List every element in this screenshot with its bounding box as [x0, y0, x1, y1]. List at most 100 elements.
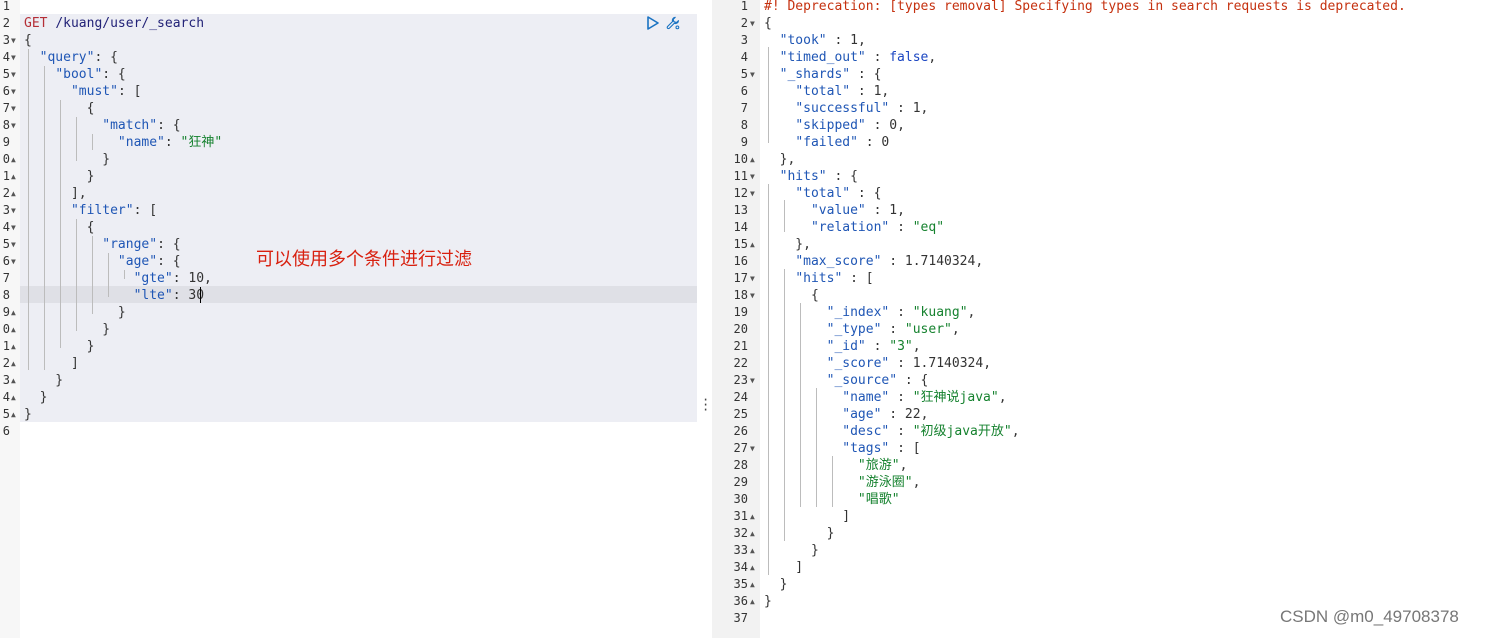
- fold-toggle-icon[interactable]: ▲: [11, 151, 16, 168]
- fold-toggle-icon[interactable]: ▼: [11, 32, 16, 49]
- fold-toggle-icon[interactable]: ▼: [750, 168, 755, 185]
- fold-toggle-icon[interactable]: ▼: [11, 49, 16, 66]
- code-line: }: [24, 389, 48, 406]
- code-token: "_index": [826, 305, 890, 320]
- code-token: ,: [881, 84, 890, 99]
- fold-toggle-icon[interactable]: ▲: [11, 304, 16, 321]
- fold-toggle-icon[interactable]: ▼: [11, 83, 16, 100]
- pane-divider[interactable]: [698, 0, 712, 638]
- code-token: ,: [857, 33, 866, 48]
- code-token: }: [24, 390, 48, 405]
- fold-toggle-icon[interactable]: ▲: [750, 542, 755, 559]
- fold-toggle-icon[interactable]: ▲: [11, 372, 16, 389]
- code-token: ,: [928, 50, 937, 65]
- fold-toggle-icon[interactable]: ▲: [750, 576, 755, 593]
- line-number: 30: [733, 492, 748, 506]
- code-line: ]: [764, 559, 803, 576]
- code-line: "游泳圈",: [764, 474, 920, 491]
- line-number: 2: [2, 16, 10, 30]
- code-line: "lte": 30: [24, 287, 204, 304]
- code-token: ,: [204, 271, 212, 286]
- fold-toggle-icon[interactable]: ▼: [11, 66, 16, 83]
- code-token: :: [172, 288, 189, 303]
- fold-toggle-icon[interactable]: ▲: [750, 236, 755, 253]
- line-number: 11: [733, 169, 748, 183]
- resize-handle-icon[interactable]: · · ·: [702, 394, 709, 416]
- fold-toggle-icon[interactable]: ▲: [11, 168, 16, 185]
- response-viewer[interactable]: #! Deprecation: [types removal] Specifyi…: [712, 0, 1490, 638]
- code-line: ]: [764, 508, 850, 525]
- code-token: {: [764, 16, 772, 31]
- fold-toggle-icon[interactable]: ▼: [750, 15, 755, 32]
- line-number: 29: [733, 475, 748, 489]
- code-token: "match": [102, 118, 158, 133]
- code-line: }: [764, 542, 819, 559]
- line-number: 34: [733, 560, 748, 574]
- fold-toggle-icon[interactable]: ▼: [11, 117, 16, 134]
- line-number: 36: [733, 594, 748, 608]
- fold-toggle-icon[interactable]: ▼: [11, 253, 16, 270]
- code-token: "value": [810, 203, 866, 218]
- fold-toggle-icon[interactable]: ▲: [750, 593, 755, 610]
- fold-toggle-icon[interactable]: ▲: [750, 559, 755, 576]
- indent-guide: [44, 66, 45, 370]
- line-number: 7: [740, 101, 748, 115]
- code-token: }: [764, 577, 788, 592]
- code-token: 1: [912, 101, 921, 116]
- fold-toggle-icon[interactable]: ▲: [11, 355, 16, 372]
- code-line: ],: [24, 185, 87, 202]
- fold-toggle-icon[interactable]: ▼: [11, 219, 16, 236]
- fold-toggle-icon[interactable]: ▲: [11, 338, 16, 355]
- line-number: 9: [740, 135, 748, 149]
- fold-toggle-icon[interactable]: ▼: [750, 66, 755, 83]
- fold-toggle-icon[interactable]: ▲: [750, 151, 755, 168]
- code-token: {: [24, 33, 32, 48]
- code-line: "bool": {: [24, 66, 125, 83]
- code-token: 1: [850, 33, 858, 48]
- code-token: "filter": [70, 203, 134, 218]
- fold-toggle-icon[interactable]: ▲: [750, 508, 755, 525]
- code-line: "旅游",: [764, 457, 907, 474]
- request-editor[interactable]: GET /kuang/user/_search{ "query": { "boo…: [0, 0, 698, 638]
- fold-toggle-icon[interactable]: ▼: [750, 185, 755, 202]
- fold-toggle-icon[interactable]: ▼: [11, 100, 16, 117]
- fold-toggle-icon[interactable]: ▼: [750, 440, 755, 457]
- fold-toggle-icon[interactable]: ▲: [11, 406, 16, 423]
- line-number: 15: [733, 237, 748, 251]
- line-number: 4: [2, 220, 10, 234]
- fold-toggle-icon[interactable]: ▼: [750, 270, 755, 287]
- play-icon[interactable]: [646, 15, 660, 31]
- code-line: "must": [: [24, 83, 141, 100]
- code-token: :: [865, 203, 890, 218]
- fold-toggle-icon[interactable]: ▲: [11, 185, 16, 202]
- code-line: "age": {: [24, 253, 181, 270]
- code-token: "狂神说java": [912, 390, 999, 405]
- fold-toggle-icon[interactable]: ▼: [750, 372, 755, 389]
- code-line: "desc" : "初级java开放",: [764, 423, 1019, 440]
- fold-toggle-icon[interactable]: ▼: [11, 236, 16, 253]
- wrench-icon[interactable]: [666, 15, 680, 31]
- code-token: : {: [157, 254, 181, 269]
- line-number: 5: [740, 67, 748, 81]
- line-number: 18: [733, 288, 748, 302]
- code-token: "total": [795, 84, 851, 99]
- code-token: ,: [975, 254, 984, 269]
- code-line: "took" : 1,: [764, 32, 866, 49]
- fold-toggle-icon[interactable]: ▲: [750, 525, 755, 542]
- code-line: }: [764, 576, 788, 593]
- code-token: : {: [850, 67, 882, 82]
- line-number: 35: [733, 577, 748, 591]
- fold-toggle-icon[interactable]: ▲: [11, 389, 16, 406]
- fold-toggle-icon[interactable]: ▼: [750, 287, 755, 304]
- fold-toggle-icon[interactable]: ▼: [11, 202, 16, 219]
- code-token: :: [857, 135, 882, 150]
- code-token: 10: [188, 271, 205, 286]
- fold-toggle-icon[interactable]: ▲: [11, 321, 16, 338]
- code-token: "tags": [842, 441, 890, 456]
- text-cursor: [200, 287, 201, 303]
- code-token: "range": [102, 237, 158, 252]
